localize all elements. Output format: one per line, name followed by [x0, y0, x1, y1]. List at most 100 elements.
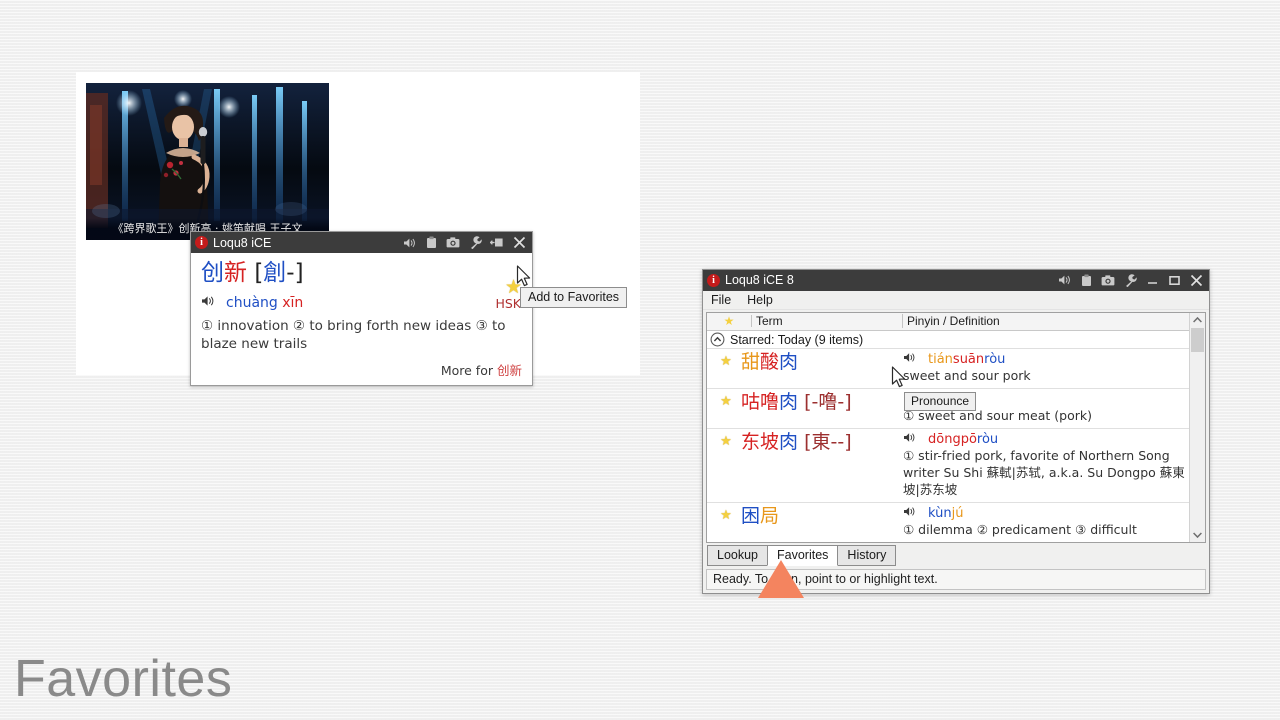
term-character: 咕 — [741, 391, 761, 414]
minimize-icon[interactable] — [1141, 270, 1163, 290]
pin-icon[interactable] — [486, 233, 508, 253]
speaker-icon[interactable] — [398, 233, 420, 253]
favorites-entry-list: ★ 甜酸肉 tián suān ròu sweet and sour pork ★ 咕噜肉… — [707, 349, 1189, 543]
speaker-icon[interactable] — [903, 432, 916, 447]
table-row[interactable]: ★ 困局 kùn jú ① dilemma ② predicament ③ diffi… — [707, 503, 1189, 543]
clipboard-icon[interactable] — [1075, 270, 1097, 290]
close-icon[interactable] — [1185, 270, 1207, 290]
headword-char-2: 新 — [224, 260, 247, 286]
pinyin-syllable: pō — [960, 432, 977, 448]
term-character: 酸 — [760, 351, 780, 374]
entry-term: 甜酸肉 — [741, 352, 901, 384]
clipboard-icon[interactable] — [420, 233, 442, 253]
tab-history[interactable]: History — [837, 545, 897, 567]
popup-more-link[interactable]: More for 创新 — [201, 360, 522, 379]
table-row[interactable]: ★ 甜酸肉 tián suān ròu sweet and sour pork — [707, 349, 1189, 390]
term-character: 坡 — [760, 431, 780, 454]
entry-term: 咕噜肉 [-噜-] — [741, 392, 901, 424]
entry-term: 困局 — [741, 506, 901, 538]
hsk-badge: HSK — [495, 295, 521, 311]
camera-icon[interactable] — [1097, 270, 1119, 290]
speaker-icon[interactable] — [903, 352, 916, 367]
app-logo-icon: i — [195, 236, 208, 249]
popup-pinyin-row: chuàng xīn HSK — [201, 295, 522, 311]
main-titlebar-buttons — [1053, 270, 1207, 290]
star-icon[interactable]: ★ — [707, 352, 741, 384]
loqu8-main-window: i Loqu8 iCE 8 File Help ★ Term Pinyin / … — [702, 269, 1210, 594]
term-character: 噜 — [760, 391, 780, 414]
entry-pinyin-row: dōng pō ròu — [903, 432, 1189, 447]
group-header-label: Starred: Today (9 items) — [730, 332, 864, 347]
term-variant: [東--] — [798, 431, 852, 454]
entry-term: 东坡肉 [東--] — [741, 432, 901, 498]
column-header-definition[interactable]: Pinyin / Definition — [903, 314, 1189, 328]
entry-pinyin-row: tián suān ròu — [903, 352, 1189, 367]
headword-char-1: 创 — [201, 260, 224, 286]
favorites-list-panel: ★ Term Pinyin / Definition Starred: Toda… — [706, 311, 1206, 544]
pinyin-syllable: ròu — [976, 432, 999, 448]
column-header-row: ★ Term Pinyin / Definition — [707, 312, 1189, 331]
speaker-icon[interactable] — [201, 295, 215, 311]
term-character: 甜 — [741, 351, 761, 374]
maximize-icon[interactable] — [1163, 270, 1185, 290]
video-thumbnail[interactable]: 《跨界歌王》创新高 · 姚笛献唱 王子文 — [86, 83, 329, 240]
headword-variant-open: [ — [254, 260, 264, 286]
pinyin-syllable: dōng — [928, 432, 961, 448]
term-character: 肉 — [779, 351, 799, 374]
column-header-star[interactable]: ★ — [707, 315, 752, 328]
headword-variant-close: ] — [294, 260, 304, 286]
headword-variant-dash: - — [286, 260, 295, 286]
term-character: 肉 — [779, 431, 799, 454]
term-character: 肉 — [779, 391, 799, 414]
star-icon[interactable]: ★ — [707, 506, 741, 538]
main-titlebar[interactable]: i Loqu8 iCE 8 — [703, 270, 1209, 291]
pinyin-syllable: ròu — [984, 352, 1006, 368]
wrench-icon[interactable] — [464, 233, 486, 253]
more-term: 创新 — [496, 362, 522, 378]
tooltip-add-to-favorites: Add to Favorites — [520, 287, 628, 308]
scroll-down-icon[interactable] — [1190, 527, 1205, 542]
term-character: 局 — [760, 505, 780, 528]
speaker-icon[interactable] — [1053, 270, 1075, 290]
popup-content: ★ 创新 [創-] chuàng xīn HSK ① innovation ② … — [191, 253, 532, 385]
headword-variant-char: 創 — [263, 260, 287, 286]
close-icon[interactable] — [508, 233, 530, 253]
wrench-icon[interactable] — [1119, 270, 1141, 290]
entry-definition: ① stir-fried pork, favorite of Northern … — [903, 448, 1185, 498]
popup-title-text: Loqu8 iCE — [213, 235, 272, 250]
more-label: More for — [440, 362, 493, 378]
scrollbar-track[interactable] — [1190, 327, 1205, 527]
term-character: 困 — [741, 505, 761, 528]
term-variant: [-噜-] — [798, 391, 852, 414]
pinyin-syllable: kùn — [928, 506, 952, 522]
popup-definition: ① innovation ② to bring forth new ideas … — [201, 318, 506, 353]
popup-titlebar[interactable]: i Loqu8 iCE — [191, 232, 532, 253]
popup-pinyin-syllable-2: xīn — [282, 295, 304, 312]
camera-icon[interactable] — [442, 233, 464, 253]
popup-titlebar-buttons — [398, 233, 530, 253]
term-character: 东 — [741, 431, 761, 454]
speaker-icon[interactable] — [903, 506, 916, 521]
entry-detail: kùn jú ① dilemma ② predicament ③ difficul… — [901, 506, 1189, 538]
vertical-scrollbar[interactable] — [1189, 312, 1205, 543]
entry-detail: dōng pō ròu ① stir-fried pork, favorite o… — [901, 432, 1189, 498]
menu-item-help[interactable]: Help — [747, 293, 773, 307]
menu-item-file[interactable]: File — [711, 293, 731, 307]
chevron-up-icon[interactable] — [710, 332, 725, 347]
main-title-text: Loqu8 iCE 8 — [725, 273, 794, 288]
scrollbar-thumb[interactable] — [1191, 327, 1204, 352]
app-logo-icon: i — [707, 273, 720, 287]
group-header-starred-today[interactable]: Starred: Today (9 items) — [707, 330, 1189, 350]
loqu8-popup-window: i Loqu8 iCE ★ 创新 [創-] chuàng xīn HSK ① i… — [190, 231, 533, 386]
scroll-up-icon[interactable] — [1190, 313, 1205, 328]
table-row[interactable]: ★ 东坡肉 [東--] dōng pō ròu ① stir-fried pork, … — [707, 429, 1189, 504]
slide-canvas: 《跨界歌王》创新高 · 姚笛献唱 王子文 i Loqu8 iCE ★ 创新 [創… — [0, 0, 1280, 720]
column-header-term[interactable]: Term — [752, 314, 903, 329]
star-icon[interactable]: ★ — [707, 432, 741, 498]
entry-definition: ① dilemma ② predicament ③ difficult — [903, 522, 1137, 538]
popup-pinyin-syllable-1: chuàng — [226, 295, 278, 312]
entry-pinyin-row: kùn jú — [903, 506, 1189, 521]
pinyin-syllable: suān — [952, 352, 985, 368]
annotation-arrow-up — [758, 560, 804, 598]
star-icon[interactable]: ★ — [707, 392, 741, 424]
